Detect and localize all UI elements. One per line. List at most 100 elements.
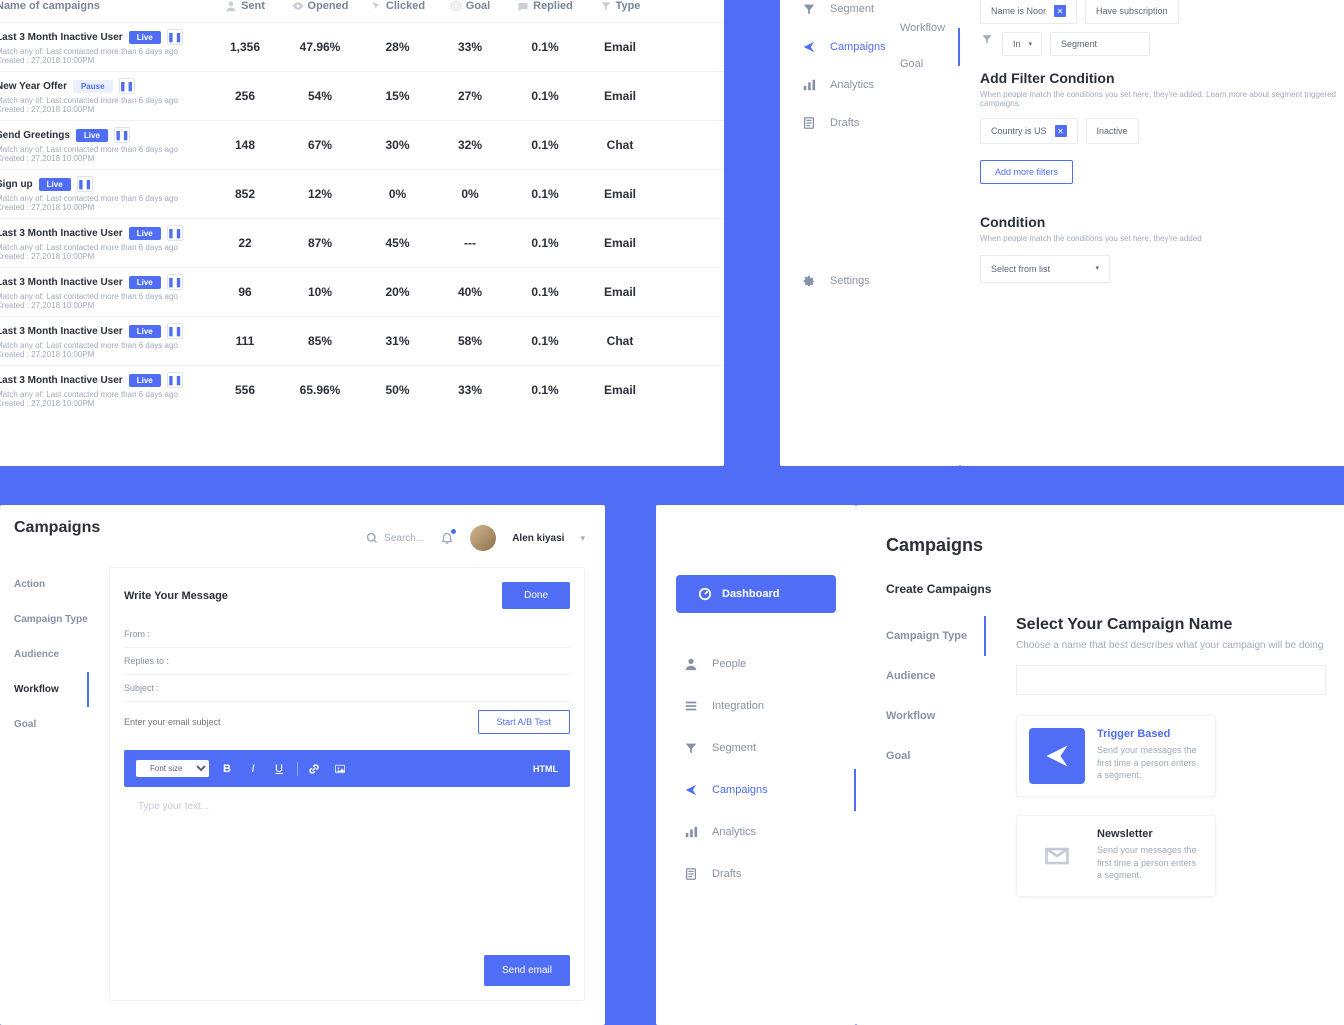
col-sent[interactable]: Sent bbox=[210, 0, 280, 12]
dashboard-button[interactable]: Dashboard bbox=[676, 575, 836, 613]
select-from-list[interactable]: Select from list▾ bbox=[980, 255, 1110, 283]
table-row[interactable]: New Year OfferPause ❚❚ Match any of: Las… bbox=[0, 71, 724, 120]
pause-icon[interactable]: ❚❚ bbox=[77, 176, 93, 192]
editor-toolbar: Font size B I U HTML bbox=[124, 750, 570, 787]
chip-subscription[interactable]: Have subscription bbox=[1085, 0, 1179, 24]
avatar[interactable] bbox=[470, 525, 496, 551]
status-badge: Live bbox=[129, 325, 161, 338]
step-workflow[interactable]: Workflow bbox=[886, 696, 986, 736]
step-campaign-type[interactable]: Campaign Type bbox=[14, 602, 89, 637]
add-filters-button[interactable]: Add more filters bbox=[980, 160, 1073, 184]
col-type[interactable]: Type bbox=[585, 0, 655, 12]
send-email-button[interactable]: Send email bbox=[484, 955, 570, 986]
sidebar-item-segment[interactable]: Segment bbox=[656, 727, 856, 769]
topbar: Search... Alen kiyasi ▾ bbox=[366, 525, 585, 551]
workflow-label: Workflow bbox=[900, 10, 945, 46]
close-icon[interactable]: ✕ bbox=[1054, 5, 1066, 17]
chart-icon bbox=[802, 78, 816, 92]
col-opened[interactable]: Opened bbox=[280, 0, 360, 12]
step-goal[interactable]: Goal bbox=[886, 736, 986, 776]
table-row[interactable]: Last 3 Month Inactive UserLive ❚❚ Match … bbox=[0, 267, 724, 316]
chart-icon bbox=[684, 825, 698, 839]
pause-icon[interactable]: ❚❚ bbox=[167, 274, 183, 290]
sidebar-label: Settings bbox=[830, 275, 870, 287]
step-audience[interactable]: Audience bbox=[14, 637, 89, 672]
sidebar-item-analytics[interactable]: Analytics bbox=[656, 811, 856, 853]
eye-icon bbox=[292, 0, 304, 12]
col-name[interactable]: Name of campaigns bbox=[0, 0, 210, 12]
table-row[interactable]: Send GreetingsLive ❚❚ Match any of: Last… bbox=[0, 120, 724, 169]
col-replied[interactable]: Replied bbox=[505, 0, 585, 12]
from-field[interactable]: From : bbox=[124, 621, 570, 648]
step-campaign-type[interactable]: Campaign Type bbox=[886, 616, 986, 656]
ab-test-button[interactable]: Start A/B Test bbox=[478, 710, 570, 734]
close-icon[interactable]: ✕ bbox=[1055, 125, 1067, 137]
table-header: Name of campaigns Sent Opened Clicked Go… bbox=[0, 0, 724, 22]
pause-icon[interactable]: ❚❚ bbox=[167, 29, 183, 45]
underline-icon[interactable]: U bbox=[271, 763, 287, 775]
replies-field[interactable]: Replies to : bbox=[124, 648, 570, 675]
pause-icon[interactable]: ❚❚ bbox=[167, 323, 183, 339]
sidebar-item-campaigns[interactable]: Campaigns bbox=[656, 769, 856, 811]
campaigns-table-panel: Name of campaigns Sent Opened Clicked Go… bbox=[0, 0, 724, 466]
message-body[interactable]: Type your text... bbox=[124, 787, 570, 947]
pause-icon[interactable]: ❚❚ bbox=[167, 372, 183, 388]
font-size-select[interactable]: Font size bbox=[136, 760, 209, 777]
reply-icon bbox=[517, 0, 529, 12]
html-button[interactable]: HTML bbox=[533, 764, 558, 774]
goal-label: Goal bbox=[900, 46, 945, 82]
status-badge: Pause bbox=[73, 80, 113, 93]
sidebar-item-drafts[interactable]: Drafts bbox=[780, 104, 960, 142]
table-row[interactable]: Sign upLive ❚❚ Match any of: Last contac… bbox=[0, 169, 724, 218]
sidebar-item-integration[interactable]: Integration bbox=[656, 685, 856, 727]
subtitle: Create Campaigns bbox=[886, 582, 1326, 596]
condition-desc: When people match the conditions you set… bbox=[980, 234, 1340, 243]
sidebar-item-people[interactable]: People bbox=[656, 643, 856, 685]
table-row[interactable]: Last 3 Month Inactive UserLive ❚❚ Match … bbox=[0, 316, 724, 365]
nav-panel: Dashboard PeopleIntegrationSegmentCampai… bbox=[656, 505, 856, 1025]
funnel-icon bbox=[980, 32, 994, 46]
link-icon[interactable] bbox=[308, 763, 324, 775]
create-campaign-panel: Campaigns Create Campaigns Campaign Type… bbox=[856, 505, 1344, 1025]
plane-icon bbox=[802, 40, 816, 54]
bell-icon[interactable] bbox=[440, 531, 454, 545]
step-goal[interactable]: Goal bbox=[14, 707, 89, 742]
subject-input[interactable] bbox=[124, 717, 478, 727]
select-in[interactable]: In▾ bbox=[1002, 32, 1042, 56]
pause-icon[interactable]: ❚❚ bbox=[167, 225, 183, 241]
table-row[interactable]: Last 3 Month Inactive UserLive ❚❚ Match … bbox=[0, 365, 724, 414]
chip-country[interactable]: Country is US✕ bbox=[980, 118, 1078, 144]
pause-icon[interactable]: ❚❚ bbox=[119, 78, 135, 94]
campaign-name-input[interactable] bbox=[1016, 665, 1326, 695]
done-button[interactable]: Done bbox=[502, 582, 570, 609]
cursor-icon bbox=[370, 0, 382, 12]
step-workflow[interactable]: Workflow bbox=[14, 672, 89, 707]
campaign-type-card[interactable]: NewsletterSend your messages the first t… bbox=[1016, 815, 1216, 897]
filter-desc: When people match the conditions you set… bbox=[980, 90, 1340, 108]
table-row[interactable]: Last 3 Month Inactive UserLive ❚❚ Match … bbox=[0, 22, 724, 71]
plane-icon bbox=[684, 783, 698, 797]
bold-icon[interactable]: B bbox=[219, 763, 235, 775]
campaign-type-card[interactable]: Trigger BasedSend your messages the firs… bbox=[1016, 715, 1216, 797]
table-row[interactable]: Last 3 Month Inactive UserLive ❚❚ Match … bbox=[0, 218, 724, 267]
step-action[interactable]: Action bbox=[14, 567, 89, 602]
col-clicked[interactable]: Clicked bbox=[360, 0, 435, 12]
col-goal[interactable]: Goal bbox=[435, 0, 505, 12]
condition-title: Condition bbox=[980, 214, 1340, 230]
italic-icon[interactable]: I bbox=[245, 763, 261, 775]
pause-icon[interactable]: ❚❚ bbox=[114, 127, 130, 143]
select-segment[interactable]: Segment bbox=[1050, 32, 1150, 56]
image-icon[interactable] bbox=[334, 763, 350, 775]
chip-inactive[interactable]: Inactive bbox=[1086, 118, 1139, 144]
step-audience[interactable]: Audience bbox=[886, 656, 986, 696]
sidebar-item-drafts[interactable]: Drafts bbox=[656, 853, 856, 895]
editor-panel: Campaigns Search... Alen kiyasi ▾ Action… bbox=[0, 505, 605, 1025]
section-title: Select Your Campaign Name bbox=[1016, 616, 1326, 634]
user-icon bbox=[225, 0, 237, 12]
chip-name[interactable]: Name is Noor✕ bbox=[980, 0, 1077, 24]
chevron-down-icon[interactable]: ▾ bbox=[580, 533, 585, 544]
sidebar-item-settings[interactable]: Settings bbox=[780, 262, 960, 300]
search-input[interactable]: Search... bbox=[366, 532, 424, 544]
lines-icon bbox=[684, 699, 698, 713]
gear-icon bbox=[802, 274, 816, 288]
